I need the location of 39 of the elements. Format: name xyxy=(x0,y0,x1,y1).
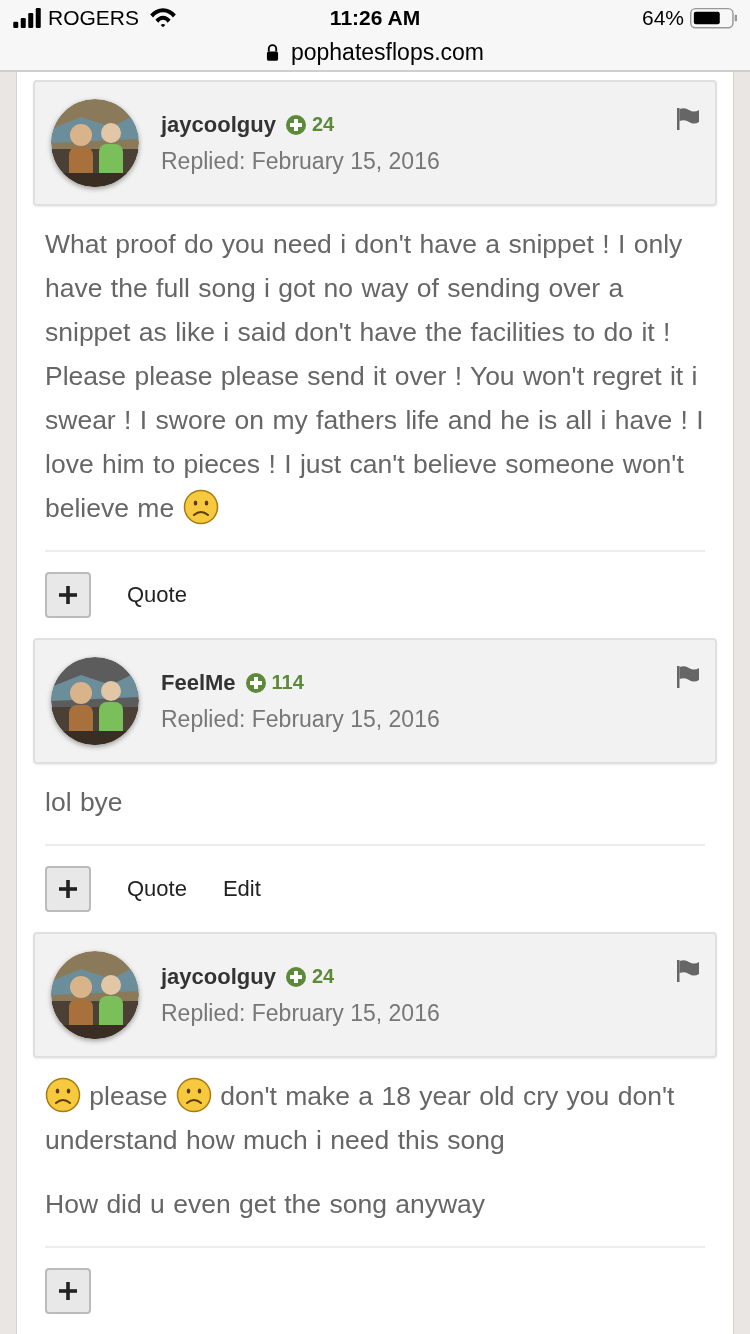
plus-icon xyxy=(59,880,77,898)
reputation-count: 114 xyxy=(271,671,304,694)
plus-circle-icon xyxy=(285,966,306,987)
url-text[interactable]: pophatesflops.com xyxy=(290,39,485,67)
post-date: Replied: February 15, 2016 xyxy=(161,999,441,1027)
action-link[interactable]: Edit xyxy=(222,876,261,902)
plus-button[interactable] xyxy=(45,572,91,618)
plus-icon xyxy=(59,586,77,604)
author-name[interactable]: jaycoolguy xyxy=(161,111,276,138)
battery-icon xyxy=(690,6,738,29)
post-text: What proof do you need i don't have a snippet ! I only have the full song i got no way of sending over a snippet as like i said don't have the facilities to do it ! Please please please send it over ! You won't regret it i swear ! I swore on my fathers life and he is all i have ! I love him to pieces ! I just can't believe someone won't believe me xyxy=(45,228,705,527)
battery-percent: 64% xyxy=(641,5,684,30)
sad-face-icon xyxy=(175,1077,212,1113)
plus-button[interactable] xyxy=(45,1268,91,1314)
action-link[interactable]: Quote xyxy=(127,876,187,902)
report-flag-icon[interactable] xyxy=(677,108,699,130)
reputation-count: 24 xyxy=(311,965,335,988)
plus-circle-icon xyxy=(285,114,306,135)
lock-icon xyxy=(265,44,279,62)
post-text: please don't make a 18 year old cry you don't understand how much i need this song xyxy=(45,1074,705,1162)
sad-face-icon xyxy=(45,1077,81,1113)
action-link[interactable]: Quote xyxy=(127,582,187,608)
author-name[interactable]: jaycoolguy xyxy=(161,963,276,990)
report-flag-icon[interactable] xyxy=(677,666,699,688)
sad-face-icon xyxy=(182,489,219,525)
report-flag-icon[interactable] xyxy=(677,960,699,982)
author-name[interactable]: FeelMe xyxy=(161,669,236,696)
clock-time: 11:26 AM xyxy=(329,5,421,30)
plus-icon xyxy=(59,1282,77,1300)
post-text: lol bye xyxy=(45,786,124,819)
plus-button[interactable] xyxy=(45,866,91,912)
signal-icon xyxy=(12,7,42,28)
post-date: Replied: February 15, 2016 xyxy=(161,705,441,733)
carrier-name: ROGERS xyxy=(48,5,139,30)
post-date: Replied: February 15, 2016 xyxy=(161,147,441,175)
reputation-count: 24 xyxy=(311,113,335,136)
wifi-icon xyxy=(149,6,177,29)
plus-circle-icon xyxy=(245,672,266,693)
post-text: How did u even get the song anyway xyxy=(45,1188,487,1221)
